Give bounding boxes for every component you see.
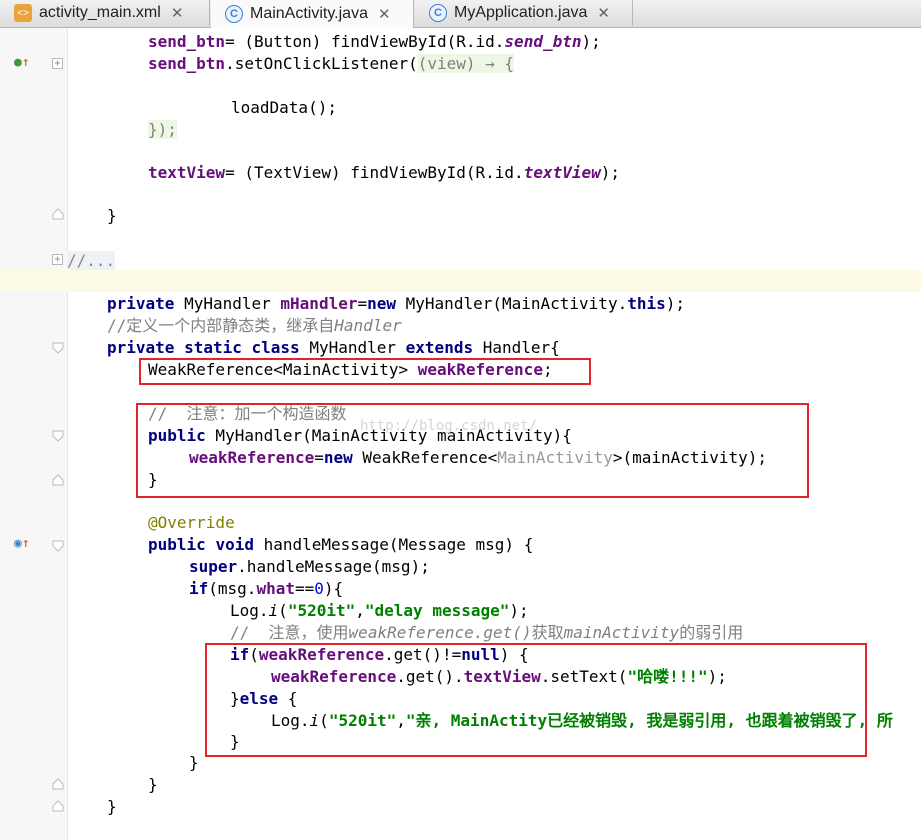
code-line[interactable]: private MyHandler mHandler=new MyHandler…	[107, 293, 685, 315]
code-line[interactable]: public void handleMessage(Message msg) {	[148, 534, 533, 556]
folded-code-region[interactable]: //...	[67, 250, 116, 272]
fold-end-icon[interactable]	[52, 778, 64, 790]
code-annotation[interactable]: @Override	[148, 512, 235, 534]
fold-expand-icon[interactable]: +	[52, 254, 63, 265]
caret-line-highlight	[0, 270, 921, 292]
tab-label: MyApplication.java	[454, 4, 588, 21]
highlight-box-weakreference-field	[139, 358, 591, 385]
close-icon[interactable]: ✕	[597, 4, 610, 22]
editor-tab-bar: <> activity_main.xml ✕ C MainActivity.ja…	[0, 0, 921, 28]
code-line[interactable]: Log.i("520it","delay message");	[230, 600, 529, 622]
code-line[interactable]: if(msg.what==0){	[189, 578, 343, 600]
override-up-arrow-icon[interactable]: ●↑	[14, 55, 30, 70]
java-class-icon: C	[225, 5, 243, 23]
code-comment[interactable]: // 注意，使用weakReference.get()获取mainActivit…	[230, 622, 743, 644]
code-line[interactable]: }	[189, 752, 199, 774]
code-line[interactable]: }	[148, 774, 158, 796]
code-line[interactable]: loadData();	[231, 97, 337, 119]
java-class-icon: C	[429, 4, 447, 22]
code-line[interactable]: }	[107, 205, 117, 227]
code-line[interactable]: textView= (TextView) findViewById(R.id.t…	[148, 162, 620, 184]
code-line[interactable]: });	[148, 119, 177, 141]
close-icon[interactable]: ✕	[171, 4, 184, 22]
tab-label: MainActivity.java	[250, 5, 368, 22]
code-line[interactable]: }	[107, 796, 117, 818]
tab-myapplication-java[interactable]: C MyApplication.java ✕	[415, 0, 633, 26]
fold-end-icon[interactable]	[52, 208, 64, 220]
tab-mainactivity-java[interactable]: C MainActivity.java ✕	[211, 0, 414, 28]
highlight-box-constructor	[136, 403, 809, 498]
highlight-box-null-check	[205, 643, 867, 757]
override-up-arrow-icon[interactable]: ◉↑	[14, 536, 30, 551]
code-line[interactable]: send_btn.setOnClickListener((view) → {	[148, 53, 515, 75]
fold-start-icon[interactable]	[52, 540, 64, 552]
code-line[interactable]: super.handleMessage(msg);	[189, 556, 430, 578]
fold-expand-icon[interactable]: +	[52, 58, 63, 69]
tab-activity-main-xml[interactable]: <> activity_main.xml ✕	[0, 0, 210, 26]
code-comment[interactable]: //定义一个内部静态类，继承自Handler	[107, 315, 402, 337]
tab-label: activity_main.xml	[39, 4, 161, 21]
code-line[interactable]: private static class MyHandler extends H…	[107, 337, 560, 359]
fold-end-icon[interactable]	[52, 474, 64, 486]
fold-start-icon[interactable]	[52, 342, 64, 354]
fold-start-icon[interactable]	[52, 430, 64, 442]
code-line[interactable]: send_btn= (Button) findViewById(R.id.sen…	[148, 31, 601, 53]
xml-file-icon: <>	[14, 4, 32, 22]
fold-end-icon[interactable]	[52, 800, 64, 812]
close-icon[interactable]: ✕	[378, 5, 391, 23]
